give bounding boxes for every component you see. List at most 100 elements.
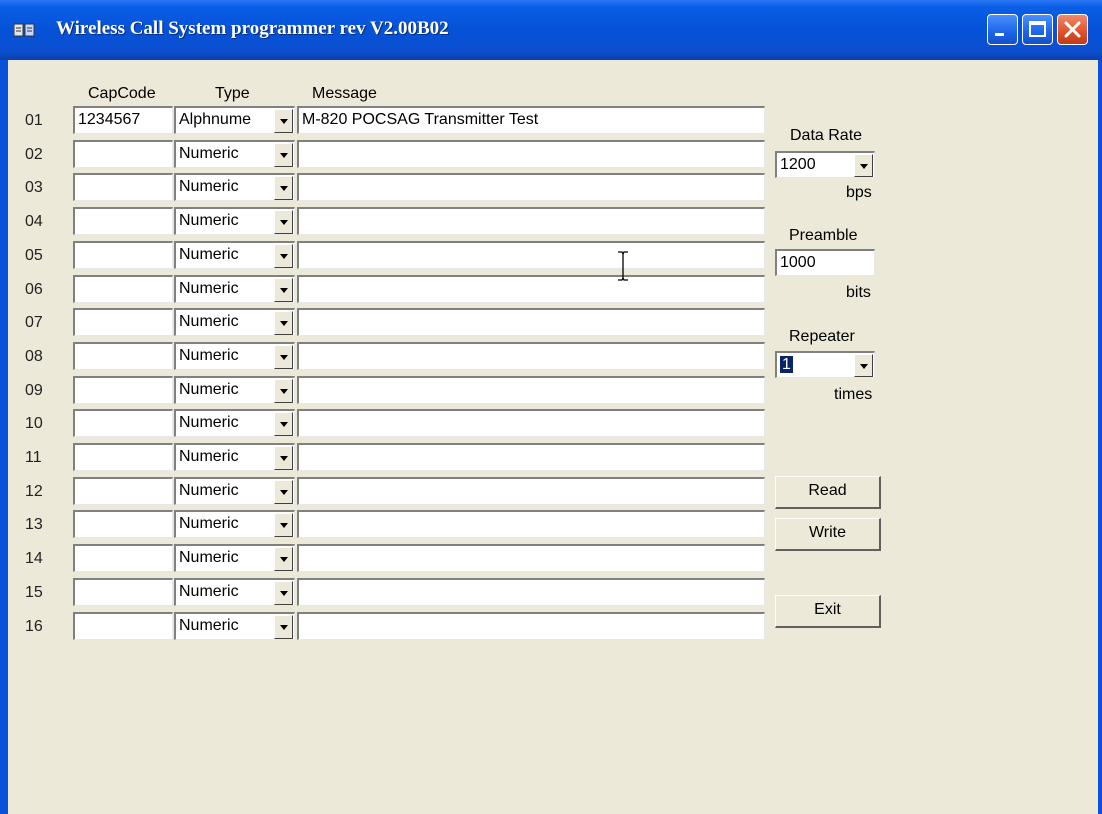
capcode-input[interactable] bbox=[73, 578, 173, 606]
type-select[interactable]: Numeric bbox=[174, 342, 295, 370]
dropdown-arrow-icon[interactable] bbox=[274, 278, 293, 302]
message-input[interactable] bbox=[297, 140, 765, 168]
app-window: Wireless Call System programmer rev V2.0… bbox=[0, 0, 1102, 814]
message-input[interactable] bbox=[297, 207, 765, 235]
title-bar[interactable]: Wireless Call System programmer rev V2.0… bbox=[0, 0, 1102, 60]
dropdown-arrow-icon[interactable] bbox=[274, 547, 293, 571]
type-value: Numeric bbox=[179, 178, 239, 195]
dropdown-arrow-icon[interactable] bbox=[854, 354, 873, 377]
type-select[interactable]: Numeric bbox=[174, 578, 295, 606]
capcode-input[interactable] bbox=[73, 275, 173, 303]
type-value: Numeric bbox=[179, 414, 239, 431]
close-button[interactable] bbox=[1057, 14, 1088, 45]
dropdown-arrow-icon[interactable] bbox=[274, 143, 293, 167]
data-rate-value: 1200 bbox=[780, 156, 816, 173]
dropdown-arrow-icon[interactable] bbox=[274, 581, 293, 605]
type-select[interactable]: Numeric bbox=[174, 477, 295, 505]
capcode-input[interactable] bbox=[73, 173, 173, 201]
dropdown-arrow-icon[interactable] bbox=[274, 109, 293, 133]
capcode-input[interactable] bbox=[73, 409, 173, 437]
type-select[interactable]: Numeric bbox=[174, 443, 295, 471]
type-select[interactable]: Alphnume bbox=[174, 106, 295, 134]
type-select[interactable]: Numeric bbox=[174, 308, 295, 336]
message-input[interactable] bbox=[297, 477, 765, 505]
capcode-input[interactable] bbox=[73, 443, 173, 471]
type-select[interactable]: Numeric bbox=[174, 207, 295, 235]
minimize-button[interactable] bbox=[987, 14, 1018, 45]
maximize-button[interactable] bbox=[1022, 14, 1053, 45]
type-value: Numeric bbox=[179, 583, 239, 600]
message-input[interactable] bbox=[297, 173, 765, 201]
message-input[interactable] bbox=[297, 544, 765, 572]
type-value: Numeric bbox=[179, 448, 239, 465]
capcode-input[interactable] bbox=[73, 140, 173, 168]
row-number: 16 bbox=[25, 618, 43, 635]
message-input[interactable] bbox=[297, 342, 765, 370]
row-number: 10 bbox=[25, 415, 43, 432]
dropdown-arrow-icon[interactable] bbox=[274, 176, 293, 200]
row-number: 12 bbox=[25, 483, 43, 500]
capcode-input[interactable] bbox=[73, 207, 173, 235]
capcode-input[interactable] bbox=[73, 544, 173, 572]
type-select[interactable]: Numeric bbox=[174, 241, 295, 269]
message-input[interactable] bbox=[297, 241, 765, 269]
dropdown-arrow-icon[interactable] bbox=[274, 210, 293, 234]
row-number: 08 bbox=[25, 348, 43, 365]
window-title: Wireless Call System programmer rev V2.0… bbox=[56, 18, 449, 39]
dropdown-arrow-icon[interactable] bbox=[274, 311, 293, 335]
capcode-input[interactable] bbox=[73, 342, 173, 370]
message-input[interactable] bbox=[297, 308, 765, 336]
message-input[interactable]: M-820 POCSAG Transmitter Test bbox=[297, 106, 765, 134]
dropdown-arrow-icon[interactable] bbox=[274, 412, 293, 436]
type-select[interactable]: Numeric bbox=[174, 376, 295, 404]
repeater-select[interactable]: 1 bbox=[775, 351, 875, 378]
dropdown-arrow-icon[interactable] bbox=[274, 244, 293, 268]
capcode-input[interactable] bbox=[73, 241, 173, 269]
dropdown-arrow-icon[interactable] bbox=[274, 513, 293, 537]
message-input[interactable] bbox=[297, 510, 765, 538]
message-input[interactable] bbox=[297, 443, 765, 471]
type-header: Type bbox=[215, 85, 250, 102]
capcode-input[interactable] bbox=[73, 510, 173, 538]
message-input[interactable] bbox=[297, 275, 765, 303]
dropdown-arrow-icon[interactable] bbox=[854, 154, 873, 177]
capcode-input[interactable]: 1234567 bbox=[73, 106, 173, 134]
exit-button[interactable]: Exit bbox=[775, 595, 881, 628]
capcode-input[interactable] bbox=[73, 612, 173, 640]
type-select[interactable]: Numeric bbox=[174, 275, 295, 303]
message-input[interactable] bbox=[297, 409, 765, 437]
data-rate-unit: bps bbox=[846, 184, 872, 201]
row-number: 07 bbox=[25, 314, 43, 331]
row-number: 05 bbox=[25, 247, 43, 264]
dropdown-arrow-icon[interactable] bbox=[274, 480, 293, 504]
row-number: 15 bbox=[25, 584, 43, 601]
type-value: Numeric bbox=[179, 482, 239, 499]
type-select[interactable]: Numeric bbox=[174, 510, 295, 538]
dropdown-arrow-icon[interactable] bbox=[274, 379, 293, 403]
message-header: Message bbox=[312, 85, 377, 102]
row-number: 14 bbox=[25, 550, 43, 567]
type-select[interactable]: Numeric bbox=[174, 544, 295, 572]
message-input[interactable] bbox=[297, 376, 765, 404]
type-value: Numeric bbox=[179, 515, 239, 532]
type-value: Numeric bbox=[179, 549, 239, 566]
type-select[interactable]: Numeric bbox=[174, 409, 295, 437]
capcode-input[interactable] bbox=[73, 376, 173, 404]
dropdown-arrow-icon[interactable] bbox=[274, 615, 293, 639]
message-input[interactable] bbox=[297, 578, 765, 606]
type-select[interactable]: Numeric bbox=[174, 140, 295, 168]
repeater-value: 1 bbox=[780, 356, 793, 373]
capcode-input[interactable] bbox=[73, 477, 173, 505]
capcode-input[interactable] bbox=[73, 308, 173, 336]
data-rate-label: Data Rate bbox=[790, 127, 863, 144]
write-button[interactable]: Write bbox=[775, 518, 881, 551]
message-input[interactable] bbox=[297, 612, 765, 640]
dropdown-arrow-icon[interactable] bbox=[274, 345, 293, 369]
type-select[interactable]: Numeric bbox=[174, 612, 295, 640]
type-select[interactable]: Numeric bbox=[174, 173, 295, 201]
row-number: 01 bbox=[25, 112, 43, 129]
preamble-input[interactable]: 1000 bbox=[775, 249, 875, 276]
dropdown-arrow-icon[interactable] bbox=[274, 446, 293, 470]
read-button[interactable]: Read bbox=[775, 476, 881, 509]
data-rate-select[interactable]: 1200 bbox=[775, 151, 875, 178]
